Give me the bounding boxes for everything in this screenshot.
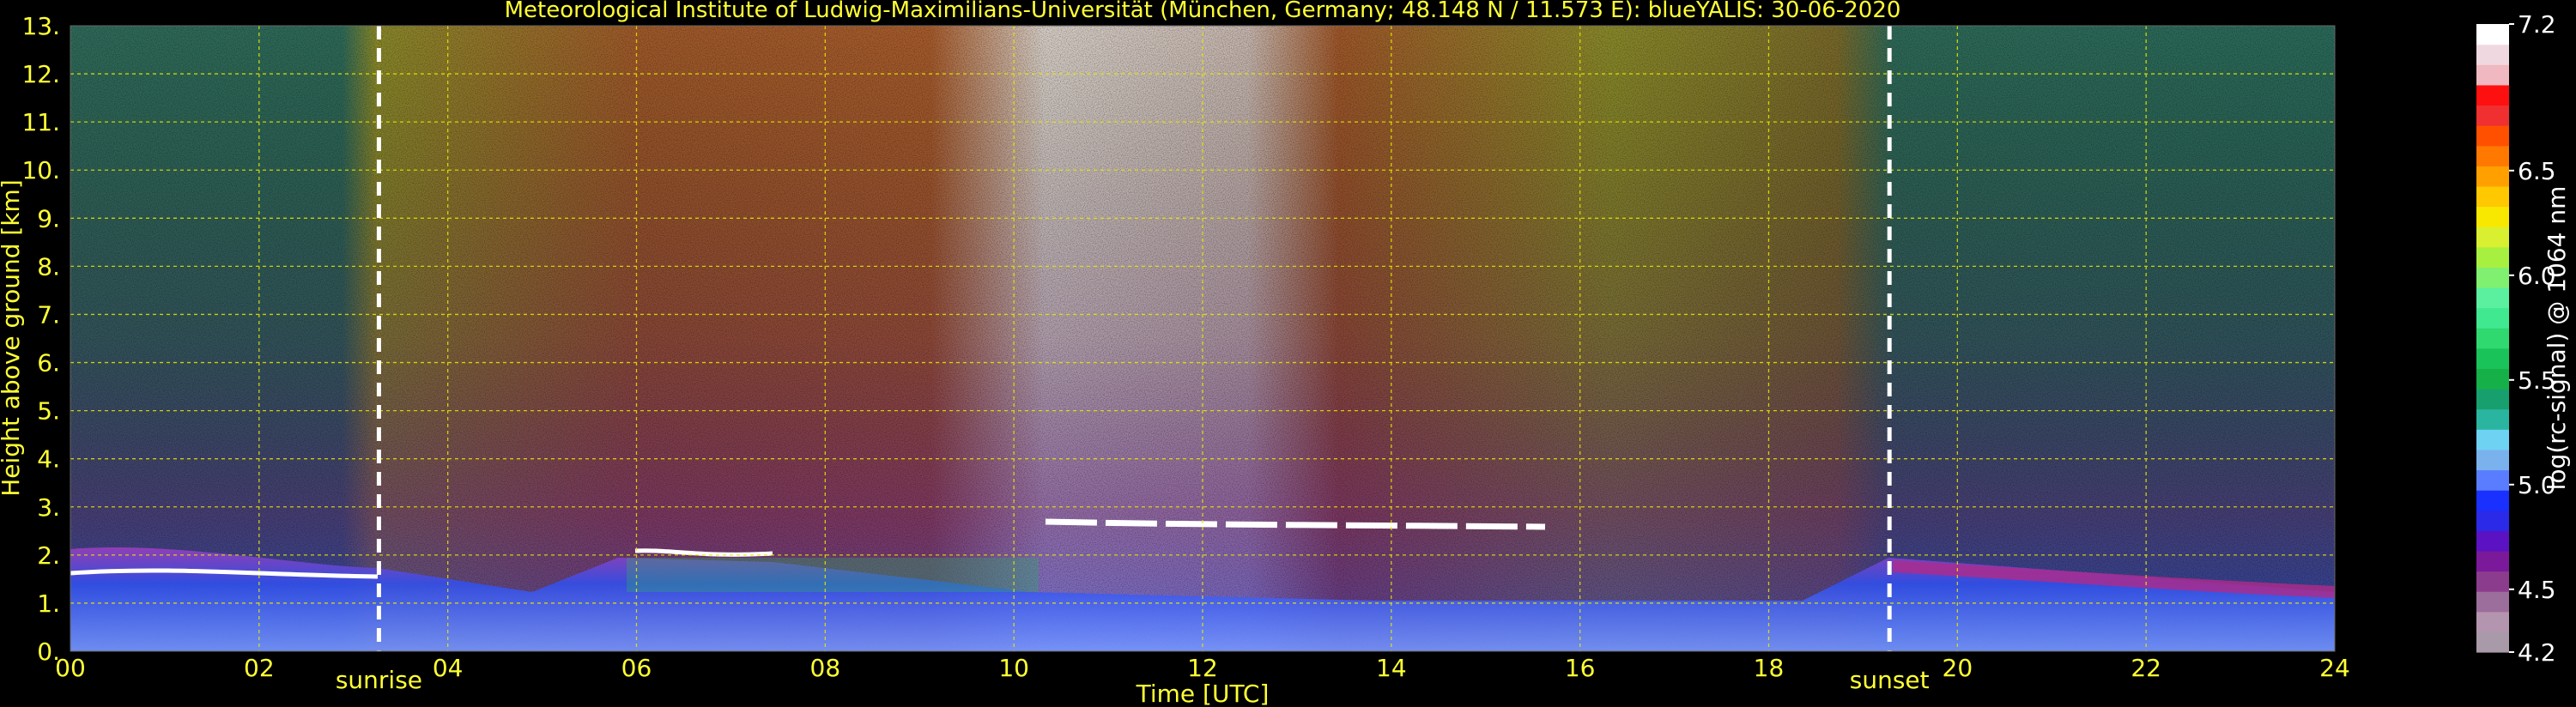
x-tick-label: 20: [1943, 654, 1973, 682]
y-tick-label: 3.: [37, 493, 60, 522]
colorbar-swatch: [2476, 145, 2509, 166]
colorbar-swatch: [2476, 105, 2509, 126]
x-tick-label: 14: [1376, 654, 1407, 682]
vline-label-sunset: sunset: [1850, 666, 1930, 694]
x-tick-label: 10: [998, 654, 1029, 682]
colorbar-swatch: [2476, 429, 2509, 450]
colorbar-tick-label: 7.2: [2518, 10, 2556, 39]
sun-event-labels: sunrise sunset: [336, 666, 1930, 694]
colorbar-swatch: [2476, 328, 2509, 349]
y-tick-label: 10.: [21, 156, 60, 184]
x-tick-label: 22: [2131, 654, 2161, 682]
lidar-chart: 0.1.2.3.4.5.6.7.8.9.10.11.12.13. 00 02 04 0…: [0, 0, 2571, 707]
colorbar-swatch: [2476, 368, 2509, 390]
x-tick-label: 18: [1754, 654, 1785, 682]
x-tick-label: 16: [1565, 654, 1596, 682]
colorbar-swatch: [2476, 510, 2509, 531]
y-tick-label: 1.: [37, 589, 60, 618]
colorbar-swatch: [2476, 206, 2509, 227]
colorbar-swatch: [2476, 490, 2509, 511]
colorbar-swatch: [2476, 611, 2509, 632]
colorbar-swatch: [2476, 307, 2509, 329]
colorbar-tick-label: 6.5: [2518, 157, 2556, 185]
colorbar-label: log(rc-signal) @ 1064 nm: [2543, 186, 2571, 491]
x-tick-label: 04: [433, 654, 464, 682]
colorbar-swatch: [2476, 530, 2509, 552]
colorbar-tick-label: 4.2: [2518, 638, 2556, 667]
y-tick-label: 9.: [37, 204, 60, 233]
colorbar-swatch: [2476, 571, 2509, 592]
colorbar-swatch: [2476, 591, 2509, 613]
colorbar-swatch: [2476, 389, 2509, 410]
y-tick-label: 11.: [21, 108, 60, 136]
x-tick-label: 02: [244, 654, 275, 682]
x-tick-label: 00: [55, 654, 86, 682]
y-tick-label: 12.: [21, 60, 60, 88]
colorbar-swatch: [2476, 64, 2509, 86]
x-tick-label: 24: [2319, 654, 2350, 682]
colorbar-swatch: [2476, 166, 2509, 187]
x-tick-label: 06: [621, 654, 652, 682]
colorbar-swatch: [2476, 267, 2509, 288]
colorbar-swatch: [2476, 408, 2509, 430]
y-tick-label: 6.: [37, 349, 60, 378]
x-tick-label: 12: [1187, 654, 1218, 682]
colorbar-swatch: [2476, 631, 2509, 653]
colorbar-swatch: [2476, 84, 2509, 106]
x-axis-label: Time [UTC]: [1136, 680, 1270, 707]
colorbar-swatch: [2476, 287, 2509, 309]
y-axis: 0.1.2.3.4.5.6.7.8.9.10.11.12.13.: [21, 12, 60, 666]
colorbar-swatch: [2476, 347, 2509, 370]
colorbar-swatch: [2476, 449, 2509, 471]
y-tick-label: 7.: [37, 300, 60, 329]
y-tick-label: 13.: [21, 12, 60, 40]
colorbar-swatch: [2476, 469, 2509, 491]
y-tick-label: 4.: [37, 445, 60, 474]
x-tick-label: 08: [810, 654, 841, 682]
colorbar-swatch: [2476, 125, 2509, 147]
colorbar-swatch: [2476, 550, 2509, 572]
colorbar-swatch: [2476, 227, 2509, 248]
y-tick-label: 8.: [37, 252, 60, 281]
colorbar-swatch: [2476, 246, 2509, 268]
colorbar-swatch: [2476, 185, 2509, 208]
y-axis-label: Height above ground [km]: [0, 179, 25, 497]
colorbar-tick-label: 4.5: [2518, 576, 2556, 604]
vline-label-sunrise: sunrise: [336, 666, 422, 694]
colorbar-swatch: [2476, 44, 2509, 65]
chart-title: Meteorological Institute of Ludwig-Maxim…: [505, 0, 1901, 23]
colorbar-swatch: [2476, 24, 2509, 45]
y-tick-label: 5.: [37, 397, 60, 426]
y-tick-label: 2.: [37, 541, 60, 570]
colorbar: [2476, 24, 2509, 653]
